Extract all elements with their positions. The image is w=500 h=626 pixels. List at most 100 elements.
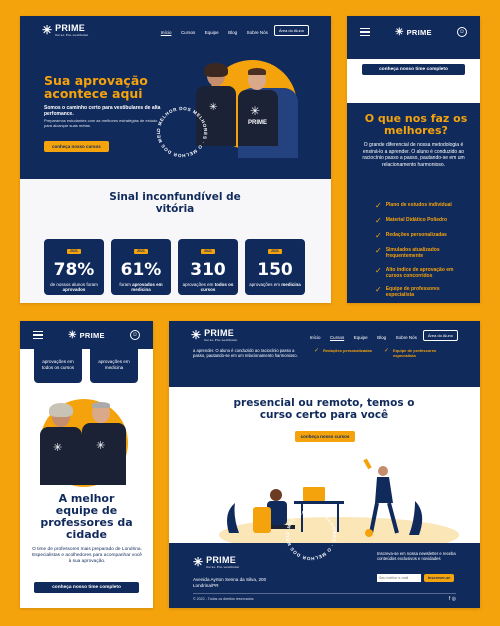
features-list: ✓ Plano de estudos individual ✓ Material D… xyxy=(375,202,465,303)
stat-caption-bold: aprovados em medicina xyxy=(131,282,163,293)
star-logo-icon: ✳ xyxy=(191,328,202,342)
hero-title: Sua aprovação acontece aqui xyxy=(44,73,148,102)
desktop-courses-card: ✳ PRIME Curso Pré-vestibular Início Curso… xyxy=(169,321,480,608)
footer-city: Londrina/PR xyxy=(193,583,219,588)
stats-section: Sinal inconfundível de vitória 2021 78% … xyxy=(20,179,331,303)
brand-name: PRIME xyxy=(206,555,237,565)
stat-number: 310 xyxy=(190,260,226,280)
feature-text: Redações personalizadas xyxy=(385,232,447,238)
stat-card-partial-b: aprovações em medicina xyxy=(90,341,138,383)
feature-text: Plano de estudos individual xyxy=(385,202,452,208)
team-button[interactable]: conheça nosso time completo xyxy=(34,582,139,593)
stat-number: 61% xyxy=(120,260,162,280)
courses-title: presencial ou remoto, temos o curso cert… xyxy=(233,397,415,422)
brand-logo[interactable]: ✳ PRIME xyxy=(395,27,432,38)
svg-text:O MELHOR DOS MELHORES · O MELH: O MELHOR DOS MELHORES · O MELHOR DOS MEL… xyxy=(152,102,208,158)
stat-number: 150 xyxy=(257,260,293,280)
mobile-header: ✳ PRIME ☺ xyxy=(360,26,467,38)
nav-item-sobre[interactable]: Sobre Nós xyxy=(247,30,268,35)
courses-button[interactable]: conheça nosso cursos xyxy=(295,431,355,442)
nav-item-blog[interactable]: Blog xyxy=(228,30,237,35)
hamburger-menu-icon[interactable] xyxy=(33,330,43,340)
list-item: ✓ Material Didático Poliedro xyxy=(375,217,465,225)
mobile-features-card: ✳ PRIME ☺ conheça nosso time completo O … xyxy=(347,16,480,303)
brand-name: PRIME xyxy=(204,328,235,338)
team-button[interactable]: conheça nosso time completo xyxy=(362,64,465,75)
hamburger-menu-icon[interactable] xyxy=(360,27,370,37)
newsletter-subscribe-button[interactable]: Inscrever-se xyxy=(424,574,455,582)
feature-text: Equipe de professores especialista xyxy=(385,286,440,299)
brand-logo[interactable]: ✳ PRIME Curso Pré-vestibular xyxy=(42,23,88,37)
stat-year: 2021 xyxy=(134,248,148,254)
star-logo-icon: ✳ xyxy=(395,26,404,38)
hero-description: Preparamos estudantes com as melhores es… xyxy=(44,118,158,129)
list-item: ✓ Plano de estudos individual xyxy=(375,202,465,210)
nav-item-equipe[interactable]: Equipe xyxy=(354,335,368,340)
brand-logo[interactable]: ✳ PRIME xyxy=(68,330,105,341)
newsletter-email-input[interactable] xyxy=(377,574,421,582)
footer: ✳ PRIME Curso Pré-vestibular Avenida Ayrt… xyxy=(169,505,480,608)
user-account-icon[interactable]: ☺ xyxy=(457,27,467,37)
nav-item-sobre[interactable]: Sobre Nós xyxy=(396,335,417,340)
student-area-button[interactable]: Área do Aluno xyxy=(273,24,309,36)
social-icons[interactable]: f ◎ xyxy=(449,596,456,602)
top-white-strip: conheça nosso time completo xyxy=(347,59,480,103)
ring-text: O MELHOR DOS MELHORES · O MELHOR DOS MEL… xyxy=(152,102,207,158)
hero-courses-button[interactable]: conheça nosso cursos xyxy=(44,140,109,152)
stat-card-2: 2021 61% foram aprovados em medicina xyxy=(111,239,171,295)
stat-year: 2021 xyxy=(201,248,215,254)
footer-divider xyxy=(193,593,456,594)
newsletter-title: Inscreva-se em nossa newsletter e receba… xyxy=(377,551,456,562)
stat-card-1: 2021 78% de nossos alunos foram aprovado… xyxy=(44,239,104,295)
user-account-icon[interactable]: ☺ xyxy=(130,330,140,340)
shirt-star-icon: ✳ xyxy=(250,104,261,118)
shirt-star-icon: ✳ xyxy=(53,442,63,454)
check-icon: ✓ xyxy=(375,216,382,225)
man-body xyxy=(82,423,126,485)
main-nav: Início Cursos Equipe Blog Sobre Nós xyxy=(305,326,417,344)
nav-item-cursos[interactable]: Cursos xyxy=(330,335,344,340)
brand-name: PRIME xyxy=(406,27,432,37)
brand-logo[interactable]: ✳ PRIME Curso Pré-vestibular xyxy=(191,328,237,342)
student-area-button[interactable]: Área do Aluno xyxy=(422,329,458,341)
nav-item-cursos[interactable]: Cursos xyxy=(181,30,195,35)
mobile-team-card: ✳ PRIME ☺ aprovações em todos os cursos … xyxy=(20,321,153,608)
footer-logo[interactable]: ✳ PRIME Curso Pré-vestibular xyxy=(193,555,239,569)
ring-text-badge: O MELHOR DOS MELHORES · O MELHOR DOS MEL… xyxy=(152,102,208,158)
stat-caption: de nossos alunos foram xyxy=(50,282,98,287)
nav-item-blog[interactable]: Blog xyxy=(377,335,386,340)
copyright: © 2022 - Todos os direitos reservados xyxy=(193,597,254,601)
nav-item-inicio[interactable]: Início xyxy=(310,335,321,340)
stat-caption-bold: medicina xyxy=(281,282,301,287)
feature-text: Redações personalizadas xyxy=(323,348,372,353)
star-logo-icon: ✳ xyxy=(68,329,77,341)
feature-text: Alto índice de aprovação em cursos conco… xyxy=(385,266,454,279)
features-title: O que nos faz os melhores? xyxy=(364,112,468,138)
main-nav: Início Cursos Equipe Blog Sobre Nós xyxy=(156,21,268,39)
stat-caption-bold: aprovados xyxy=(62,287,86,293)
stat-caption: aprovações em xyxy=(182,282,214,287)
hero-section: ✳ PRIME Curso Pré-vestibular Início Curso… xyxy=(20,16,331,179)
man-body xyxy=(238,90,278,146)
nav-item-inicio[interactable]: Início xyxy=(161,30,172,35)
stat-card-4: 2021 150 aprovações em medicina xyxy=(245,239,305,295)
list-item: ✓ Redações personalizadas xyxy=(314,348,374,354)
desktop-home-card: ✳ PRIME Curso Pré-vestibular Início Curso… xyxy=(20,16,331,303)
stat-year: 2021 xyxy=(67,248,81,254)
top-section: ✳ PRIME Curso Pré-vestibular Início Curso… xyxy=(169,321,480,387)
list-item: ✓ Simulados atualizados frequentemente xyxy=(375,247,465,260)
header: ✳ PRIME Curso Pré-vestibular Início Curso… xyxy=(191,328,458,342)
woman-body xyxy=(40,427,82,485)
nav-item-equipe[interactable]: Equipe xyxy=(205,30,219,35)
check-icon: ✓ xyxy=(314,348,320,354)
ring-text-badge: O MELHOR DOS MELHORES · O MELHOR DOS MEL… xyxy=(281,505,337,561)
feature-text: Simulados atualizados frequentemente xyxy=(385,247,440,260)
brand-tagline: Curso Pré-vestibular xyxy=(55,33,89,37)
team-photo: ✳ ✳ xyxy=(30,393,143,487)
svg-text:O MELHOR DOS MELHORES · O MELH: O MELHOR DOS MELHORES · O MELHOR DOS MEL… xyxy=(281,505,337,561)
list-item: ✓ Equipe de professores especialista xyxy=(384,348,454,358)
check-icon: ✓ xyxy=(375,285,382,294)
stat-card-3: 2021 310 aprovações em todos os cursos xyxy=(178,239,238,295)
woman-hair xyxy=(204,63,228,77)
team-description: O time de professores mais preparado de … xyxy=(32,547,142,565)
